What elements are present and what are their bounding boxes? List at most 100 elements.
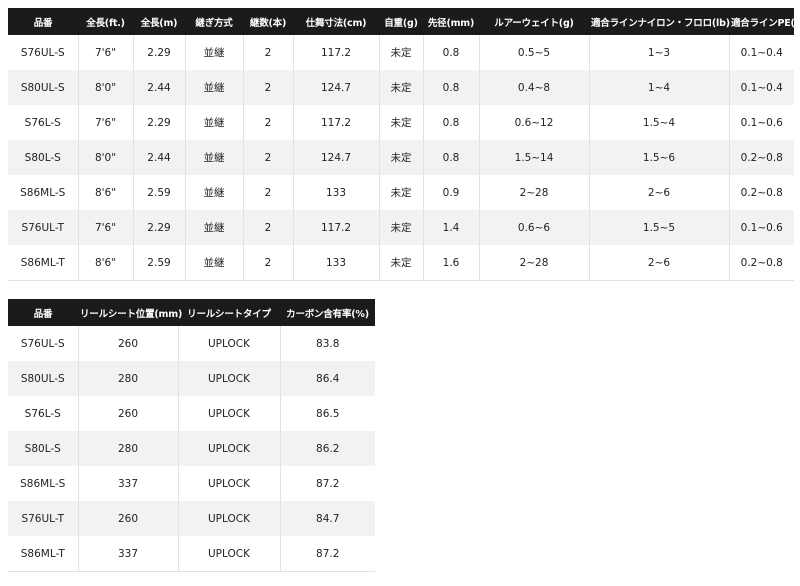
- table-row: S86ML-S 8'6" 2.59 並継 2 133 未定 0.9 2~28 2…: [8, 175, 794, 210]
- table-cell: 1.6: [423, 245, 480, 281]
- table-row: S76UL-S 7'6" 2.29 並継 2 117.2 未定 0.8 0.5~…: [8, 35, 794, 70]
- table-cell: S80UL-S: [8, 70, 79, 105]
- table-cell: 0.8: [423, 70, 480, 105]
- header-cell: 継数(本): [243, 8, 293, 35]
- table-cell: UPLOCK: [178, 431, 281, 466]
- table-cell: 83.8: [280, 326, 375, 361]
- table-header-row: 品番 全長(ft.) 全長(m) 継ぎ方式 継数(本) 仕舞寸法(cm) 自重(…: [8, 8, 800, 35]
- table-cell: 2: [243, 245, 294, 281]
- table-cell: 0.1~0.4: [729, 70, 794, 105]
- table-cell: 未定: [379, 210, 424, 245]
- table-cell: S86ML-S: [8, 175, 79, 210]
- table-cell: 7'6": [78, 105, 134, 140]
- table-cell: UPLOCK: [178, 501, 281, 536]
- table-cell: S76UL-T: [8, 501, 79, 536]
- table-cell: 7'6": [78, 210, 134, 245]
- table-cell: 8'0": [78, 70, 134, 105]
- table-cell: S76L-S: [8, 396, 79, 431]
- table-cell: 0.6~12: [479, 105, 590, 140]
- table-cell: 2.29: [133, 210, 186, 245]
- table-cell: 並継: [185, 140, 244, 175]
- table-cell: 8'6": [78, 245, 134, 281]
- table-cell: 未定: [379, 175, 424, 210]
- table-cell: 2~28: [479, 245, 590, 281]
- table-cell: 並継: [185, 245, 244, 281]
- table-cell: 2.29: [133, 35, 186, 70]
- table-cell: 87.2: [280, 536, 375, 572]
- table-cell: 7'6": [78, 35, 134, 70]
- table-cell: 117.2: [293, 210, 380, 245]
- table-cell: 2~6: [589, 175, 730, 210]
- table-cell: S86ML-T: [8, 245, 79, 281]
- table-cell: S80L-S: [8, 140, 79, 175]
- table-cell: UPLOCK: [178, 466, 281, 501]
- table-cell: 124.7: [293, 140, 380, 175]
- table-cell: S86ML-S: [8, 466, 79, 501]
- table-cell: 0.2~0.8: [729, 245, 794, 281]
- table-cell: 並継: [185, 210, 244, 245]
- table-cell: 1.4: [423, 210, 480, 245]
- table-cell: 133: [293, 175, 380, 210]
- table-cell: 並継: [185, 35, 244, 70]
- table-cell: 1.5~4: [589, 105, 730, 140]
- table-cell: 86.5: [280, 396, 375, 431]
- table-header-row: 品番 リールシート位置(mm) リールシートタイプ カーボン含有率(%): [8, 299, 375, 326]
- table-cell: 2.44: [133, 70, 186, 105]
- table-cell: S76UL-T: [8, 210, 79, 245]
- table-cell: 0.8: [423, 105, 480, 140]
- table-cell: 0.2~0.8: [729, 140, 794, 175]
- table-cell: 260: [78, 501, 179, 536]
- table-cell: 86.2: [280, 431, 375, 466]
- spec-table-main: 品番 全長(ft.) 全長(m) 継ぎ方式 継数(本) 仕舞寸法(cm) 自重(…: [8, 8, 800, 281]
- header-cell: 継ぎ方式: [185, 8, 243, 35]
- table-row: S80L-S 8'0" 2.44 並継 2 124.7 未定 0.8 1.5~1…: [8, 140, 794, 175]
- table-cell: 0.8: [423, 35, 480, 70]
- table-cell: 8'0": [78, 140, 134, 175]
- table-cell: 1.5~6: [589, 140, 730, 175]
- table-row: S86ML-T 8'6" 2.59 並継 2 133 未定 1.6 2~28 2…: [8, 245, 794, 281]
- table-cell: 0.5~5: [479, 35, 590, 70]
- table-cell: 0.4~8: [479, 70, 590, 105]
- table-row: S86ML-T 337 UPLOCK 87.2: [8, 536, 375, 572]
- table-cell: 260: [78, 326, 179, 361]
- table-cell: 87.2: [280, 466, 375, 501]
- table-cell: 並継: [185, 175, 244, 210]
- header-cell: 先径(mm): [423, 8, 479, 35]
- table-cell: S76UL-S: [8, 35, 79, 70]
- table-cell: 84.7: [280, 501, 375, 536]
- table-cell: 2.29: [133, 105, 186, 140]
- header-cell: 自重(g): [379, 8, 423, 35]
- table-cell: 未定: [379, 140, 424, 175]
- table-row: S76L-S 260 UPLOCK 86.5: [8, 396, 375, 431]
- table-cell: 2~6: [589, 245, 730, 281]
- table-row: S76UL-T 7'6" 2.29 並継 2 117.2 未定 1.4 0.6~…: [8, 210, 794, 245]
- table-cell: 並継: [185, 105, 244, 140]
- table-cell: 未定: [379, 105, 424, 140]
- header-cell: 適合ラインナイロン・フロロ(lb): [589, 8, 730, 35]
- table-row: S80L-S 280 UPLOCK 86.2: [8, 431, 375, 466]
- table-cell: 337: [78, 536, 179, 572]
- table-cell: 2.59: [133, 245, 186, 281]
- header-cell: カーボン含有率(%): [280, 299, 375, 326]
- table-cell: 未定: [379, 245, 424, 281]
- header-cell: リールシートタイプ: [178, 299, 280, 326]
- table-cell: 未定: [379, 35, 424, 70]
- table-cell: 2: [243, 210, 294, 245]
- table-cell: 1.5~5: [589, 210, 730, 245]
- table-cell: 0.9: [423, 175, 480, 210]
- table-cell: 86.4: [280, 361, 375, 396]
- table-cell: 2: [243, 70, 294, 105]
- table-cell: S80UL-S: [8, 361, 79, 396]
- table-row: S80UL-S 8'0" 2.44 並継 2 124.7 未定 0.8 0.4~…: [8, 70, 794, 105]
- header-cell: 品番: [8, 299, 78, 326]
- table-row: S76UL-T 260 UPLOCK 84.7: [8, 501, 375, 536]
- table-cell: 337: [78, 466, 179, 501]
- table-cell: 1~3: [589, 35, 730, 70]
- table-cell: S80L-S: [8, 431, 79, 466]
- table-cell: S76UL-S: [8, 326, 79, 361]
- table-cell: 133: [293, 245, 380, 281]
- table-cell: 0.1~0.6: [729, 105, 794, 140]
- table-cell: 280: [78, 431, 179, 466]
- table-cell: 2: [243, 175, 294, 210]
- table-cell: 124.7: [293, 70, 380, 105]
